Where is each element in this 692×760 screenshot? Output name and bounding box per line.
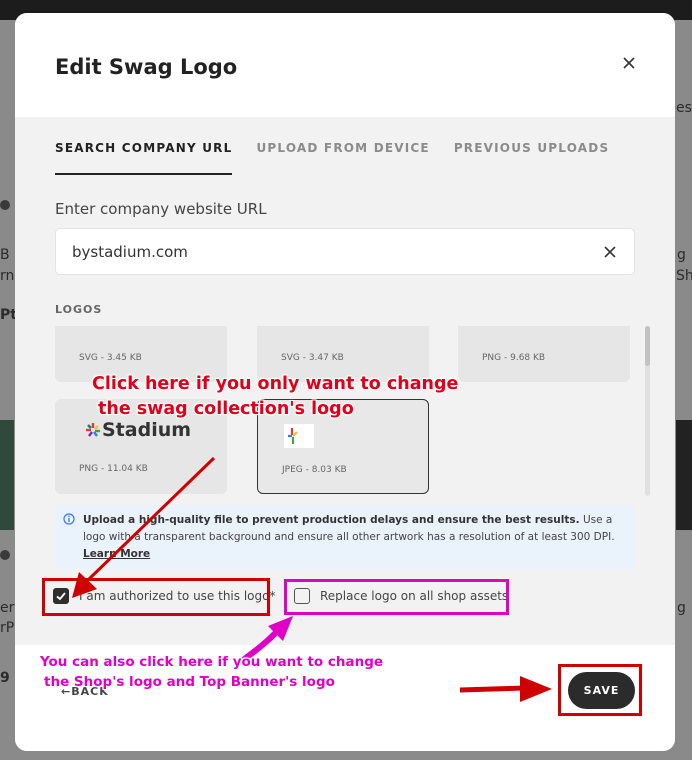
replace-logo-highlight-box — [284, 579, 509, 615]
background-text: rn — [0, 268, 15, 284]
logo-thumbnail — [284, 424, 314, 448]
logo-file-info: PNG - 11.04 KB — [79, 464, 148, 474]
scrollbar-thumb[interactable] — [645, 326, 650, 366]
stadium-mark-icon — [288, 428, 298, 444]
upload-info-box: Upload a high-quality file to prevent pr… — [55, 505, 635, 569]
save-highlight-box — [558, 664, 642, 716]
url-field-label: Enter company website URL — [55, 200, 267, 218]
background-text: B — [0, 247, 10, 263]
background-text: ess — [676, 100, 692, 116]
logo-file-info: SVG - 3.45 KB — [79, 353, 142, 363]
logo-file-info: JPEG - 8.03 KB — [282, 465, 347, 475]
info-icon — [63, 513, 75, 525]
logo-source-tabs: SEARCH COMPANY URL UPLOAD FROM DEVICE PR… — [55, 141, 633, 175]
authorized-highlight-box — [42, 578, 270, 616]
logos-scrollbar[interactable] — [645, 326, 650, 496]
background-product-image — [676, 420, 692, 530]
stadium-logo-text: Stadium — [102, 419, 192, 441]
modal-header: Edit Swag Logo — [15, 13, 675, 117]
logos-section-label: LOGOS — [55, 303, 103, 316]
background-dot — [0, 200, 10, 210]
background-text: g — [677, 247, 686, 263]
swag-logo-note: Click here if you only want to change th… — [92, 374, 459, 419]
background-product-image — [0, 420, 14, 530]
background-dot — [0, 550, 10, 560]
background-text: g — [677, 600, 686, 616]
modal-title: Edit Swag Logo — [55, 55, 238, 79]
stadium-logo-image: Stadium — [85, 419, 191, 441]
company-url-input[interactable] — [72, 229, 572, 274]
background-text: Sh — [676, 268, 692, 284]
url-input-wrapper — [55, 228, 635, 275]
logo-file-info: SVG - 3.47 KB — [281, 353, 344, 363]
clear-url-button[interactable] — [600, 242, 620, 262]
close-button[interactable] — [615, 49, 643, 77]
logo-option[interactable]: PNG - 9.68 KB — [458, 326, 630, 382]
close-icon — [623, 57, 635, 69]
background-text: rP — [0, 620, 15, 636]
info-bold-text: Upload a high-quality file to prevent pr… — [83, 514, 580, 526]
stadium-burst-icon — [86, 423, 100, 437]
tab-previous-uploads[interactable]: PREVIOUS UPLOADS — [454, 141, 609, 175]
tab-search-company-url[interactable]: SEARCH COMPANY URL — [55, 141, 233, 175]
logo-file-info: PNG - 9.68 KB — [482, 353, 546, 363]
shop-logo-note: You can also click here if you want to c… — [40, 654, 384, 690]
learn-more-link[interactable]: Learn More — [83, 548, 150, 560]
close-icon — [604, 246, 616, 258]
tab-upload-from-device[interactable]: UPLOAD FROM DEVICE — [256, 141, 429, 175]
